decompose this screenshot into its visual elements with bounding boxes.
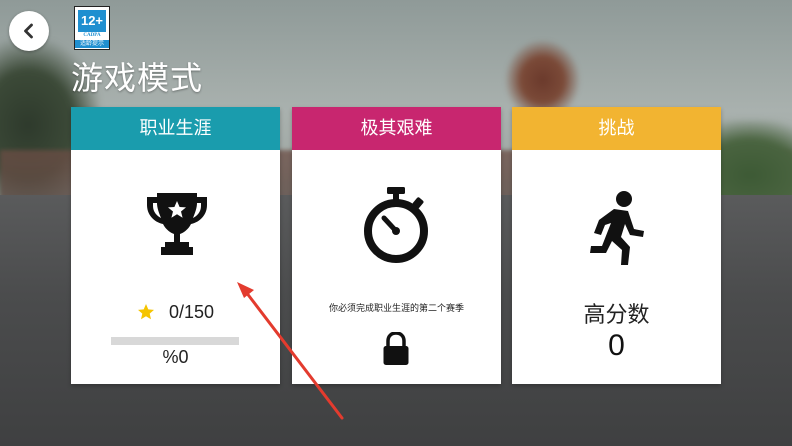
age-rating-tip: 适龄提示 <box>75 40 109 48</box>
age-rating-number: 12+ <box>78 10 106 32</box>
back-button[interactable] <box>9 11 49 51</box>
running-man-icon <box>584 189 650 267</box>
age-rating-badge: 12+ CADPA 适龄提示 <box>74 6 110 50</box>
career-mode-card[interactable]: 职业生涯 0/150 %0 <box>71 107 280 384</box>
lock-icon <box>382 332 410 366</box>
hard-mode-lock-message: 你必须完成职业生涯的第二个赛季 <box>328 304 464 314</box>
challenge-mode-title: 挑战 <box>512 107 721 150</box>
chevron-left-icon <box>24 23 33 39</box>
age-rating-org: CADPA <box>83 33 101 38</box>
career-progress-percent: %0 <box>162 347 189 367</box>
page-title: 游戏模式 <box>71 59 204 97</box>
stopwatch-icon <box>363 185 429 263</box>
trophy-icon <box>145 187 209 257</box>
challenge-mode-card[interactable]: 挑战 高分数 0 <box>512 107 721 384</box>
career-progress-bar <box>111 337 239 345</box>
challenge-score-value: 0 <box>608 329 625 362</box>
career-progress-count: 0/150 <box>168 301 215 322</box>
career-progress-row: 0/150 <box>71 300 280 324</box>
career-mode-title: 职业生涯 <box>71 107 280 150</box>
star-icon <box>137 304 154 320</box>
challenge-score-label: 高分数 <box>583 303 650 328</box>
hard-mode-title: 极其艰难 <box>292 107 501 150</box>
hard-mode-card[interactable]: 极其艰难 你必须完成职业生涯的第二个赛季 <box>292 107 501 384</box>
